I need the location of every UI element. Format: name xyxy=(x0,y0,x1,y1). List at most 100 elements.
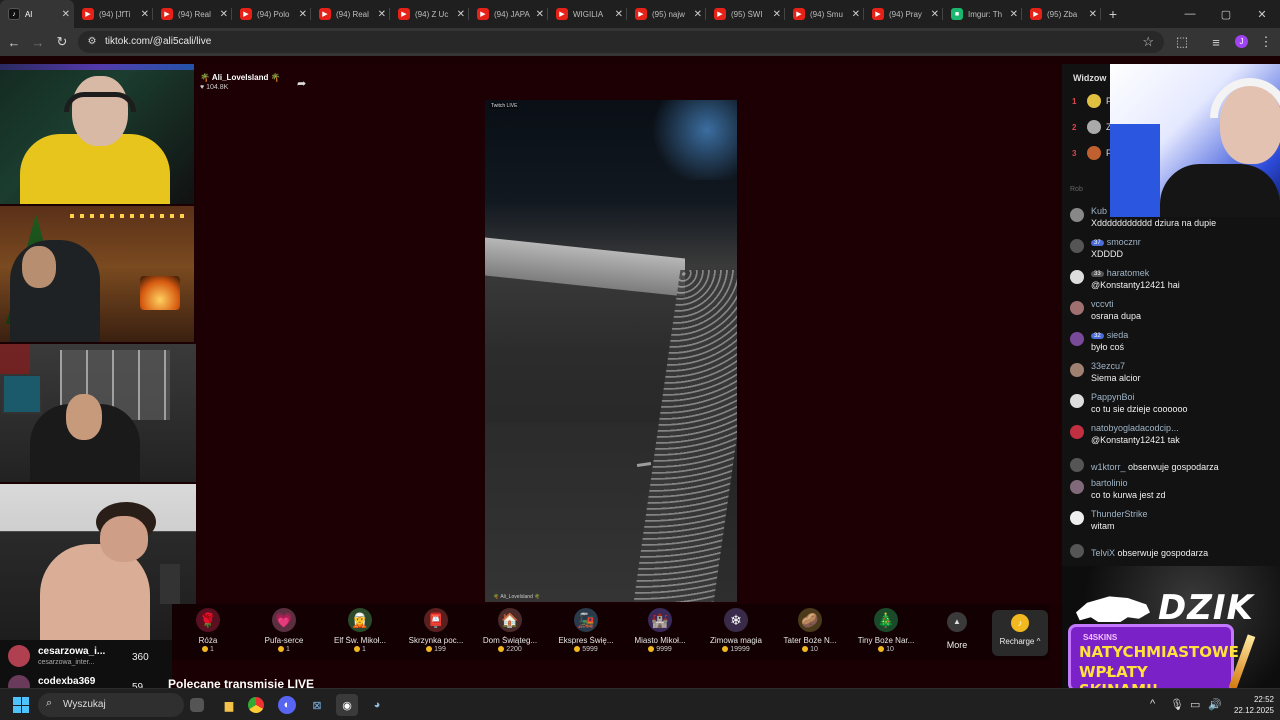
minimize-icon[interactable]: — xyxy=(1172,0,1208,28)
microphone-icon[interactable]: 🎙 xyxy=(1170,698,1184,711)
close-tab-icon[interactable]: ✕ xyxy=(852,9,860,20)
avatar[interactable] xyxy=(1070,544,1084,558)
browser-tab[interactable]: ▶ (94) Real ✕ xyxy=(153,0,232,28)
avatar[interactable] xyxy=(1070,394,1084,408)
chat-username[interactable]: natobyogladacodcip... xyxy=(1091,423,1179,433)
avatar[interactable] xyxy=(1070,270,1084,284)
gift-item[interactable]: 🚂 Ekspres Świę... 5999 xyxy=(550,608,622,658)
gift-item[interactable]: 💗 Pufa-serce 1 xyxy=(248,608,320,658)
chat-username[interactable]: haratomek xyxy=(1107,268,1150,278)
extensions-icon[interactable]: ⬚ xyxy=(1172,32,1192,52)
close-tab-icon[interactable]: ✕ xyxy=(299,9,307,20)
more-gifts-button[interactable]: ▲ More xyxy=(937,612,977,650)
address-bar[interactable]: ⚙ tiktok.com/@ali5cali/live ☆ xyxy=(78,31,1164,53)
chat-username[interactable]: w1ktorr_ xyxy=(1091,462,1126,472)
browser-tab[interactable]: ▶ (94) [JfTi ✕ xyxy=(74,0,153,28)
close-tab-icon[interactable]: ✕ xyxy=(615,9,623,20)
chat-username[interactable]: ThunderStrike xyxy=(1091,509,1148,519)
bookmark-star-icon[interactable]: ☆ xyxy=(1142,34,1154,50)
top-viewer[interactable]: 2Z xyxy=(1072,119,1112,135)
browser-tab[interactable]: ▶ (94) Real ✕ xyxy=(311,0,390,28)
avatar[interactable] xyxy=(1070,301,1084,315)
chat-username[interactable]: sieda xyxy=(1107,330,1129,340)
host-name[interactable]: 🌴 Ali_LoveIsland 🌴 xyxy=(200,73,281,82)
gift-item[interactable]: 🧝 Elf Św. Mikoł... 1 xyxy=(324,608,396,658)
browser-tab[interactable]: ▶ (94) Pray ✕ xyxy=(864,0,943,28)
gift-item[interactable]: ❄ Zimowa magia 19999 xyxy=(700,608,772,658)
browser-tab[interactable]: ■ Imgur: Th ✕ xyxy=(943,0,1022,28)
dzik-ad[interactable]: DZIK S4SKINS NATYCHMIASTOWE WPŁATY SKINA… xyxy=(1062,566,1280,699)
top-viewer[interactable]: 1F xyxy=(1072,93,1112,109)
chat-username[interactable]: PappynBoi xyxy=(1091,392,1135,402)
steam-icon[interactable]: ◕ xyxy=(366,694,388,716)
browser-tab[interactable]: ▶ (95) ŚWI ✕ xyxy=(706,0,785,28)
reload-icon[interactable]: ↻ xyxy=(52,32,72,52)
media-control-icon[interactable]: ≡ xyxy=(1206,32,1226,52)
xbox-bar-icon[interactable]: ⊠ xyxy=(306,694,328,716)
chrome-icon[interactable] xyxy=(248,697,264,713)
chat-username[interactable]: vccvti xyxy=(1091,299,1114,309)
avatar[interactable] xyxy=(1070,458,1084,472)
tray-chevron-icon[interactable]: ^ xyxy=(1150,698,1155,710)
maximize-icon[interactable]: ▢ xyxy=(1208,0,1244,28)
browser-tab[interactable]: ▶ (94) Z Uc ✕ xyxy=(390,0,469,28)
taskbar-clock[interactable]: 22:52 22.12.2025 xyxy=(1224,694,1274,716)
gift-item[interactable]: 🏠 Dom Świąteg... 2200 xyxy=(474,608,546,658)
windows-start-icon[interactable] xyxy=(13,697,29,713)
avatar[interactable] xyxy=(1070,208,1084,222)
close-tab-icon[interactable]: ✕ xyxy=(1089,9,1097,20)
gift-item[interactable]: 🌹 Róża 1 xyxy=(172,608,244,658)
chat-username[interactable]: smocznr xyxy=(1107,237,1141,247)
browser-tab[interactable]: ▶ (94) Polo ✕ xyxy=(232,0,311,28)
volume-icon[interactable]: 🔊 xyxy=(1208,698,1222,711)
gift-item[interactable]: 🥔 Tater Boże N... 10 xyxy=(774,608,846,658)
top-viewer[interactable]: 3P xyxy=(1072,145,1112,161)
url-text[interactable]: tiktok.com/@ali5cali/live xyxy=(105,36,211,47)
chat-username[interactable]: Kub xyxy=(1091,206,1107,216)
network-icon[interactable]: ▭ xyxy=(1190,698,1200,711)
taskbar-search[interactable]: ⌕ Wyszukaj xyxy=(38,693,184,717)
browser-tab[interactable]: ▶ (94) JAPA ✕ xyxy=(469,0,548,28)
avatar[interactable] xyxy=(1070,239,1084,253)
close-window-icon[interactable]: ✕ xyxy=(1244,0,1280,28)
close-tab-icon[interactable]: ✕ xyxy=(773,9,781,20)
browser-tab[interactable]: ▶ (94) Smu ✕ xyxy=(785,0,864,28)
close-tab-icon[interactable]: ✕ xyxy=(931,9,939,20)
browser-tab[interactable]: ♪ Al ✕ xyxy=(0,0,74,28)
back-arrow-icon[interactable]: ← xyxy=(4,32,24,52)
new-tab-icon[interactable]: + xyxy=(1101,0,1125,28)
site-info-icon[interactable]: ⚙ xyxy=(86,36,98,48)
suggested-account[interactable]: cesarzowa_i... cesarzowa_inter... 360 xyxy=(8,643,168,667)
close-tab-icon[interactable]: ✕ xyxy=(1010,9,1018,20)
task-view-icon[interactable] xyxy=(190,698,204,712)
recharge-button[interactable]: ♪ Recharge ^ xyxy=(992,610,1048,656)
chat-username[interactable]: bartolinio xyxy=(1091,478,1128,488)
close-tab-icon[interactable]: ✕ xyxy=(694,9,702,20)
avatar[interactable] xyxy=(1070,425,1084,439)
close-tab-icon[interactable]: ✕ xyxy=(536,9,544,20)
host-info[interactable]: 🌴 Ali_LoveIsland 🌴 ♥ 104.8K xyxy=(200,73,281,91)
avatar[interactable] xyxy=(1070,332,1084,346)
close-tab-icon[interactable]: ✕ xyxy=(378,9,386,20)
forward-arrow-icon[interactable]: → xyxy=(28,32,48,52)
chat-username[interactable]: 33ezcu7 xyxy=(1091,361,1125,371)
obs-icon[interactable]: ◉ xyxy=(336,694,358,716)
profile-avatar[interactable]: J xyxy=(1235,35,1248,48)
gift-item[interactable]: 📮 Skrzynka poc... 199 xyxy=(400,608,472,658)
close-tab-icon[interactable]: ✕ xyxy=(62,9,70,20)
browser-tab[interactable]: ▶ WIGILIA ✕ xyxy=(548,0,627,28)
close-tab-icon[interactable]: ✕ xyxy=(141,9,149,20)
file-explorer-icon[interactable]: ▆ xyxy=(218,694,240,716)
menu-kebab-icon[interactable]: ⋮ xyxy=(1256,32,1276,52)
close-tab-icon[interactable]: ✕ xyxy=(220,9,228,20)
avatar[interactable] xyxy=(1070,363,1084,377)
chat-username[interactable]: TelviX xyxy=(1091,548,1115,558)
browser-tab[interactable]: ▶ (95) Zba ✕ xyxy=(1022,0,1101,28)
avatar[interactable] xyxy=(1070,511,1084,525)
gift-item[interactable]: 🏰 Miasto Mikoł... 9999 xyxy=(624,608,696,658)
live-video[interactable]: Twitch LIVE 🌴 Ali_LoveIsland 🌴 xyxy=(485,100,737,602)
browser-tab[interactable]: ▶ (95) najw ✕ xyxy=(627,0,706,28)
discord-icon[interactable]: ◐ xyxy=(278,696,296,714)
avatar[interactable] xyxy=(1070,480,1084,494)
gift-item[interactable]: 🎄 Tiny Boże Nar... 10 xyxy=(850,608,922,658)
